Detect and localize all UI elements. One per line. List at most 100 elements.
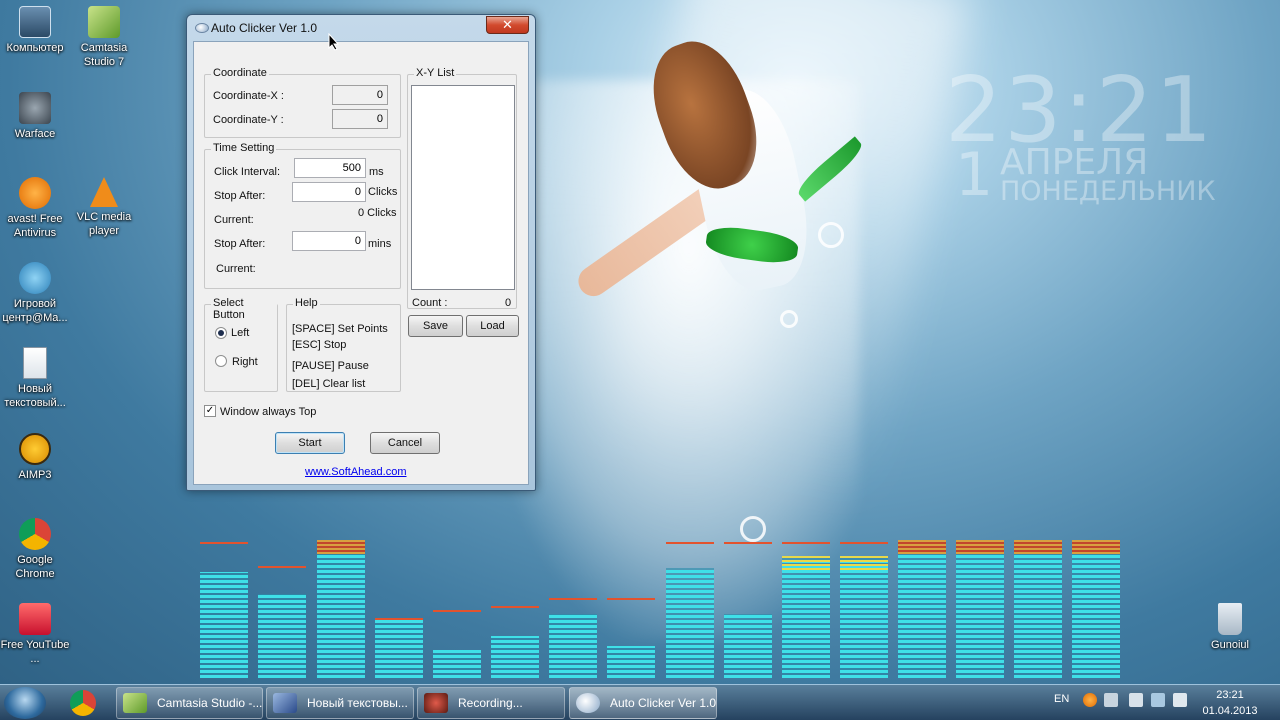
stop-after-clicks-input[interactable]: 0	[292, 182, 366, 202]
clock-widget-day: 1	[955, 140, 994, 210]
select-button-group-label: Select Button	[211, 297, 277, 321]
flag-icon[interactable]	[1129, 693, 1143, 707]
desktop-icon-recycle-bin[interactable]: Gunoiul	[1194, 603, 1266, 652]
eq-peak	[433, 610, 481, 612]
load-button[interactable]: Load	[466, 315, 519, 337]
eq-bar	[782, 556, 830, 678]
help-group: Help [SPACE] Set Points [ESC] Stop [PAUS…	[286, 297, 401, 392]
auto-clicker-window[interactable]: Auto Clicker Ver 1.0 ✕ Coordinate Coordi…	[186, 14, 536, 491]
desktop-icon-label: Google Chrome	[15, 554, 55, 580]
taskbar-item-recording[interactable]: Recording...	[417, 687, 565, 719]
recording-icon	[424, 693, 448, 713]
text-file-icon	[23, 347, 47, 379]
eq-bar	[317, 540, 365, 678]
desktop-icon-warface[interactable]: Warface	[0, 92, 71, 141]
network-icon[interactable]	[1151, 693, 1165, 707]
desktop-icon-label: Free YouTube ...	[0, 639, 70, 665]
wallpaper-orb	[780, 310, 798, 328]
chrome-icon	[19, 518, 51, 550]
softahead-link[interactable]: www.SoftAhead.com	[305, 466, 407, 478]
cancel-button[interactable]: Cancel	[370, 432, 440, 454]
eq-peak	[375, 618, 423, 620]
right-button-radio[interactable]	[215, 355, 227, 367]
clock-widget-weekday: ПОНЕДЕЛЬНИК	[1000, 176, 1216, 207]
xy-list-group-label: X-Y List	[414, 67, 457, 79]
vlc-cone-icon	[90, 177, 118, 207]
taskbar-item-label: Auto Clicker Ver 1.0	[610, 696, 717, 710]
taskbar-item-notepad[interactable]: Новый текстовы...	[266, 687, 414, 719]
always-top-checkbox[interactable]: ✓	[204, 405, 216, 417]
eq-bar	[956, 540, 1004, 678]
left-button-radio[interactable]	[215, 327, 227, 339]
volume-icon[interactable]	[1173, 693, 1187, 707]
xy-list-group: X-Y List Count : 0	[407, 67, 517, 309]
aimp-icon	[19, 433, 51, 465]
speaker-muted-icon[interactable]	[1104, 693, 1118, 707]
help-line: [PAUSE] Pause	[292, 360, 369, 372]
desktop-icon-label: Gunoiul	[1211, 639, 1249, 651]
eq-peak	[491, 606, 539, 608]
taskbar-item-label: Recording...	[458, 696, 523, 710]
eq-bar	[898, 540, 946, 678]
mouse-icon	[576, 693, 600, 713]
stop-after-mins-unit: mins	[368, 238, 392, 250]
eq-bar	[375, 620, 423, 678]
game-center-icon	[19, 262, 51, 294]
desktop-icon-computer[interactable]: Компьютер	[0, 6, 71, 55]
desktop-icon-label: Игровой центр@Ma...	[2, 298, 68, 324]
warface-icon	[19, 92, 51, 124]
desktop-icon-chrome[interactable]: Google Chrome	[0, 518, 71, 581]
camtasia-icon	[123, 693, 147, 713]
eq-peak	[258, 566, 306, 568]
help-group-label: Help	[293, 297, 320, 309]
eq-bar	[433, 650, 481, 678]
desktop-icon-game-center[interactable]: Игровой центр@Ma...	[0, 262, 71, 325]
taskbar-item-auto-clicker[interactable]: Auto Clicker Ver 1.0	[569, 687, 717, 719]
start-button[interactable]: Start	[275, 432, 345, 454]
time-setting-group-label: Time Setting	[211, 142, 277, 154]
select-button-group: Select Button Left Right	[204, 297, 278, 392]
eq-bar	[1072, 540, 1120, 678]
click-interval-input[interactable]: 500	[294, 158, 366, 178]
right-button-label: Right	[232, 356, 258, 368]
time-setting-group: Time Setting Click Interval: 500 ms Stop…	[204, 142, 401, 289]
stop-after-mins-input[interactable]: 0	[292, 231, 366, 251]
tray-date[interactable]: 01.04.2013	[1198, 705, 1262, 717]
current-clicks-value: 0 Clicks	[358, 207, 397, 219]
desktop-icon-text-file[interactable]: Новый текстовый...	[0, 347, 71, 410]
desktop-icon-vlc[interactable]: VLC media player	[68, 177, 140, 238]
window-client-area: Coordinate Coordinate-X : 0 Coordinate-Y…	[193, 41, 529, 485]
eq-peak	[840, 542, 888, 544]
mouse-cursor-icon	[328, 33, 340, 51]
xy-list-box[interactable]	[411, 85, 515, 290]
eq-peak	[666, 542, 714, 544]
coordinate-y-field: 0	[332, 109, 388, 129]
close-button[interactable]: ✕	[486, 16, 529, 34]
desktop-icon-label: Компьютер	[6, 42, 64, 54]
help-line: [ESC] Stop	[292, 339, 347, 351]
current-mins-label: Current:	[216, 263, 256, 275]
desktop-icon-aimp[interactable]: AIMP3	[0, 433, 71, 482]
desktop-icon-camtasia[interactable]: Camtasia Studio 7	[68, 6, 140, 69]
language-indicator[interactable]: EN	[1054, 693, 1069, 705]
desktop-icon-avast[interactable]: avast! Free Antivirus	[0, 177, 71, 240]
taskbar-item-label: Camtasia Studio -...	[157, 696, 263, 710]
camtasia-icon	[88, 6, 120, 38]
desktop-icon-free-youtube[interactable]: Free YouTube ...	[0, 603, 71, 666]
app-icon	[195, 23, 209, 33]
start-button[interactable]	[4, 687, 46, 719]
taskbar-pin-chrome[interactable]	[58, 687, 112, 719]
left-button-label: Left	[231, 327, 250, 339]
eq-bar	[491, 636, 539, 678]
wallpaper-orb	[818, 222, 844, 248]
taskbar-item-camtasia[interactable]: Camtasia Studio -...	[116, 687, 263, 719]
avast-tray-icon[interactable]	[1083, 693, 1097, 707]
eq-peak	[782, 542, 830, 544]
recycle-bin-icon	[1218, 603, 1242, 635]
eq-bar	[724, 614, 772, 678]
chrome-icon	[70, 690, 96, 716]
tray-time[interactable]: 23:21	[1205, 689, 1255, 701]
desktop-icon-label: Warface	[14, 128, 56, 140]
save-button[interactable]: Save	[408, 315, 463, 337]
eq-bar	[1014, 540, 1062, 678]
